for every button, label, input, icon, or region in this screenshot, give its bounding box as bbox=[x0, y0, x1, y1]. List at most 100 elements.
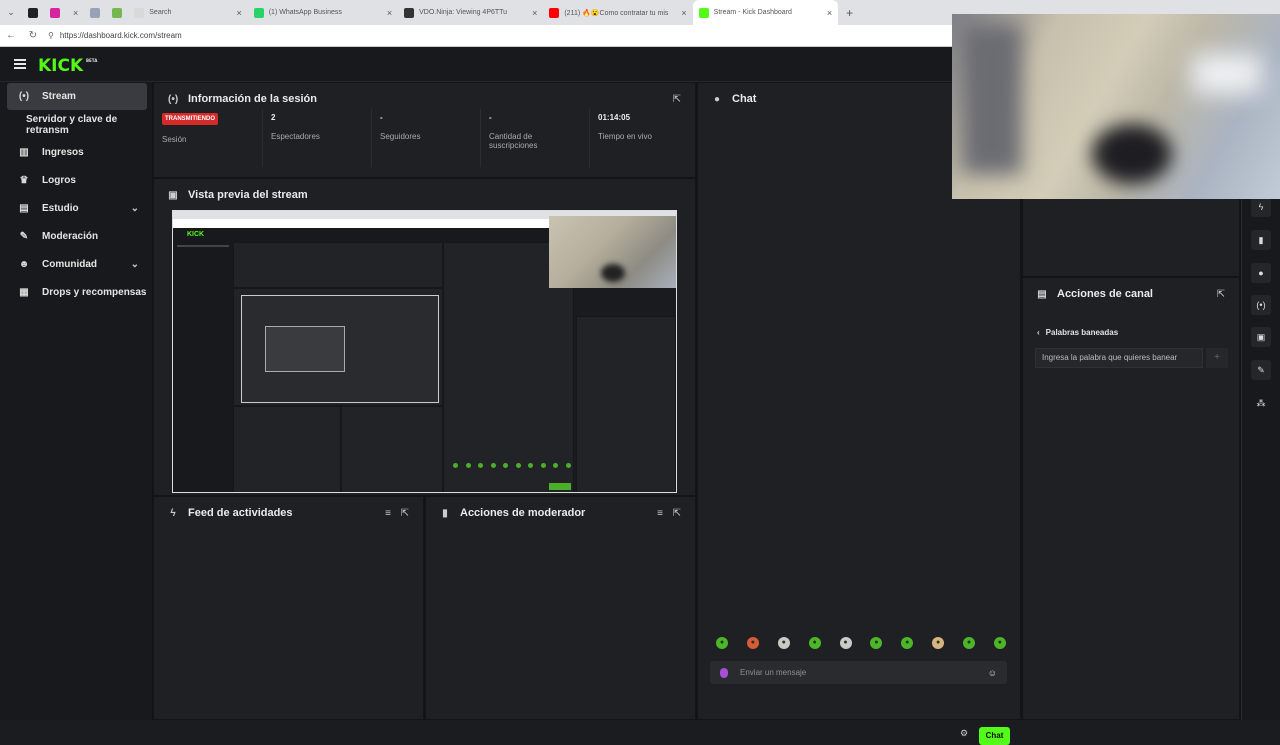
sidebar-item-label: Estudio bbox=[42, 203, 79, 214]
new-tab-button[interactable]: + bbox=[838, 6, 861, 20]
sidebar-item-label: Moderación bbox=[42, 231, 99, 242]
browser-tab[interactable]: Search × bbox=[128, 0, 247, 25]
sidebar-item-stream[interactable]: (•) Stream bbox=[7, 83, 147, 110]
chat-send-button[interactable]: Chat bbox=[979, 727, 1010, 745]
stat-session: TRANSMITIENDO Sesión bbox=[162, 113, 218, 144]
sidebar-item-label: Comunidad bbox=[42, 259, 97, 270]
sidebar-item-estudio[interactable]: ▤ Estudio ⌄ bbox=[7, 195, 147, 222]
emoji-picker-icon[interactable]: ☺ bbox=[988, 668, 997, 678]
tab-close-icon[interactable]: × bbox=[387, 8, 392, 18]
site-info-icon[interactable]: ⚲ bbox=[48, 31, 54, 40]
emote-icon[interactable]: ● bbox=[932, 637, 945, 649]
emote-icon[interactable]: ● bbox=[963, 637, 975, 649]
stat-value: 01:14:05 bbox=[598, 113, 631, 122]
emote-icon[interactable]: ● bbox=[716, 637, 728, 649]
kick-icon bbox=[698, 7, 709, 18]
activity-feed-panel: ϟ Feed de actividades ≡ ⇱ bbox=[153, 496, 424, 720]
stat-label: Cantidad de suscripciones bbox=[489, 132, 538, 150]
tab-list-chevron-icon[interactable]: ⌄ bbox=[0, 7, 22, 18]
session-info-panel: (•) Información de la sesión ⇱ TRANSMITIE… bbox=[153, 82, 696, 178]
popout-icon[interactable]: ⇱ bbox=[401, 508, 409, 519]
stream-preview-panel: ▣ Vista previa del stream KICK bbox=[153, 178, 696, 496]
browser-tab[interactable]: (211) 🔥😮Como contratar tu mis × bbox=[543, 0, 692, 25]
sidebar-item-ingresos[interactable]: ▥ Ingresos bbox=[7, 139, 147, 166]
sidebar-item-moderacion[interactable]: ✎ Moderación bbox=[7, 223, 147, 250]
sidebar-item-label: Stream bbox=[42, 91, 76, 102]
chevron-down-icon[interactable]: ⌄ bbox=[131, 259, 139, 270]
tab-close-icon[interactable]: × bbox=[73, 8, 78, 18]
stat-followers: - Seguidores bbox=[380, 113, 420, 141]
banned-words-header[interactable]: ‹ Palabras baneadas bbox=[1037, 328, 1118, 337]
channel-actions-panel: ▤ Acciones de canal ⇱ ‹ Palabras baneadas … bbox=[1022, 277, 1240, 720]
browser-tab[interactable]: × bbox=[44, 0, 84, 25]
sidebar-item-label: Drops y recompensas bbox=[42, 287, 147, 298]
broadcast-icon: (•) bbox=[168, 93, 179, 105]
shield-icon[interactable]: ▮ bbox=[1251, 230, 1271, 250]
stat-value: - bbox=[380, 113, 383, 122]
tab-close-icon[interactable]: × bbox=[681, 8, 686, 18]
browser-tab[interactable]: VDO.Ninja: Viewing 4P6TTu × bbox=[398, 0, 543, 25]
sidebar-item-server-key[interactable]: Servidor y clave de retransm bbox=[7, 111, 147, 138]
emote-icon[interactable]: ● bbox=[901, 637, 914, 649]
chat-message-input[interactable]: Enviar un mensaje ☺ bbox=[710, 661, 1007, 684]
live-badge: TRANSMITIENDO bbox=[162, 113, 218, 125]
browser-tab[interactable] bbox=[22, 0, 44, 25]
stream-preview-video[interactable]: KICK bbox=[172, 210, 677, 493]
stat-label: Sesión bbox=[162, 135, 187, 144]
browser-tab[interactable] bbox=[84, 0, 106, 25]
browser-tab[interactable] bbox=[106, 0, 128, 25]
tab-label: (1) WhatsApp Business bbox=[268, 9, 342, 16]
filter-icon[interactable]: ≡ bbox=[385, 508, 391, 519]
popout-icon[interactable]: ⇱ bbox=[673, 508, 681, 519]
sidebar-item-comunidad[interactable]: ☻ Comunidad ⌄ bbox=[7, 251, 147, 278]
stat-label: Espectadores bbox=[271, 132, 320, 141]
chat-bubble-icon[interactable]: ● bbox=[1251, 263, 1271, 283]
video-icon[interactable]: ▣ bbox=[1251, 327, 1271, 347]
popout-icon[interactable]: ⇱ bbox=[673, 94, 681, 105]
banned-word-input[interactable]: Ingresa la palabra que quieres banear bbox=[1035, 348, 1203, 368]
reload-icon[interactable]: ↻ bbox=[22, 30, 44, 41]
emote-icon[interactable]: ● bbox=[746, 637, 759, 649]
popout-icon[interactable]: ⇱ bbox=[1217, 289, 1225, 300]
sidebar-item-logros[interactable]: ♛ Logros bbox=[7, 167, 147, 194]
vdoninja-icon bbox=[404, 7, 415, 18]
emote-quick-bar: ● ● ● ● ● ● ● ● ● ● bbox=[716, 637, 1006, 651]
filter-icon[interactable]: ≡ bbox=[657, 508, 663, 519]
tab-close-icon[interactable]: × bbox=[236, 8, 241, 18]
tab-close-icon[interactable]: × bbox=[532, 8, 537, 18]
url-field[interactable]: https://dashboard.kick.com/stream bbox=[60, 31, 182, 40]
bar-chart-icon: ▥ bbox=[19, 147, 29, 158]
instagram-icon bbox=[50, 7, 60, 18]
emote-icon[interactable]: ● bbox=[870, 637, 883, 649]
browser-tab[interactable]: (1) WhatsApp Business × bbox=[248, 0, 398, 25]
lightning-icon: ϟ bbox=[170, 507, 176, 519]
beta-badge: BETA bbox=[86, 58, 98, 63]
connections-icon[interactable]: ⁂ bbox=[1251, 393, 1271, 413]
chat-input-placeholder: Enviar un mensaje bbox=[740, 668, 807, 677]
browser-tab-active[interactable]: Stream - Kick Dashboard × bbox=[692, 0, 839, 25]
chevron-down-icon[interactable]: ⌄ bbox=[131, 203, 139, 214]
stat-value: - bbox=[489, 113, 492, 122]
microphone-icon[interactable] bbox=[720, 667, 728, 678]
lightning-icon[interactable]: ϟ bbox=[1251, 197, 1271, 217]
tab-favicon-icon bbox=[134, 7, 145, 18]
tab-favicon-icon bbox=[112, 7, 123, 18]
kick-logo[interactable]: KICK BETA bbox=[38, 56, 97, 76]
broadcast-icon[interactable]: (•) bbox=[1251, 295, 1271, 315]
wrench-icon[interactable]: ✎ bbox=[1251, 360, 1271, 380]
emote-icon[interactable]: ● bbox=[839, 637, 852, 649]
menu-icon[interactable] bbox=[14, 59, 26, 69]
channel-icon: ▤ bbox=[1037, 288, 1047, 300]
chevron-left-icon[interactable]: ‹ bbox=[1037, 328, 1040, 337]
sidebar-item-drops[interactable]: ▦ Drops y recompensas bbox=[7, 279, 147, 306]
emote-icon[interactable]: ● bbox=[808, 637, 821, 649]
stat-subscriptions: - Cantidad de suscripciones bbox=[489, 113, 579, 150]
back-icon[interactable]: ← bbox=[0, 30, 22, 41]
emote-icon[interactable]: ● bbox=[993, 637, 1006, 649]
stat-viewers: 2 Espectadores bbox=[271, 113, 320, 141]
emote-icon[interactable]: ● bbox=[777, 637, 790, 649]
gear-icon[interactable]: ⚙ bbox=[960, 728, 968, 739]
tab-close-icon[interactable]: × bbox=[827, 8, 832, 18]
add-banned-word-button[interactable]: + bbox=[1206, 348, 1228, 368]
drops-icon: ▦ bbox=[19, 287, 29, 298]
